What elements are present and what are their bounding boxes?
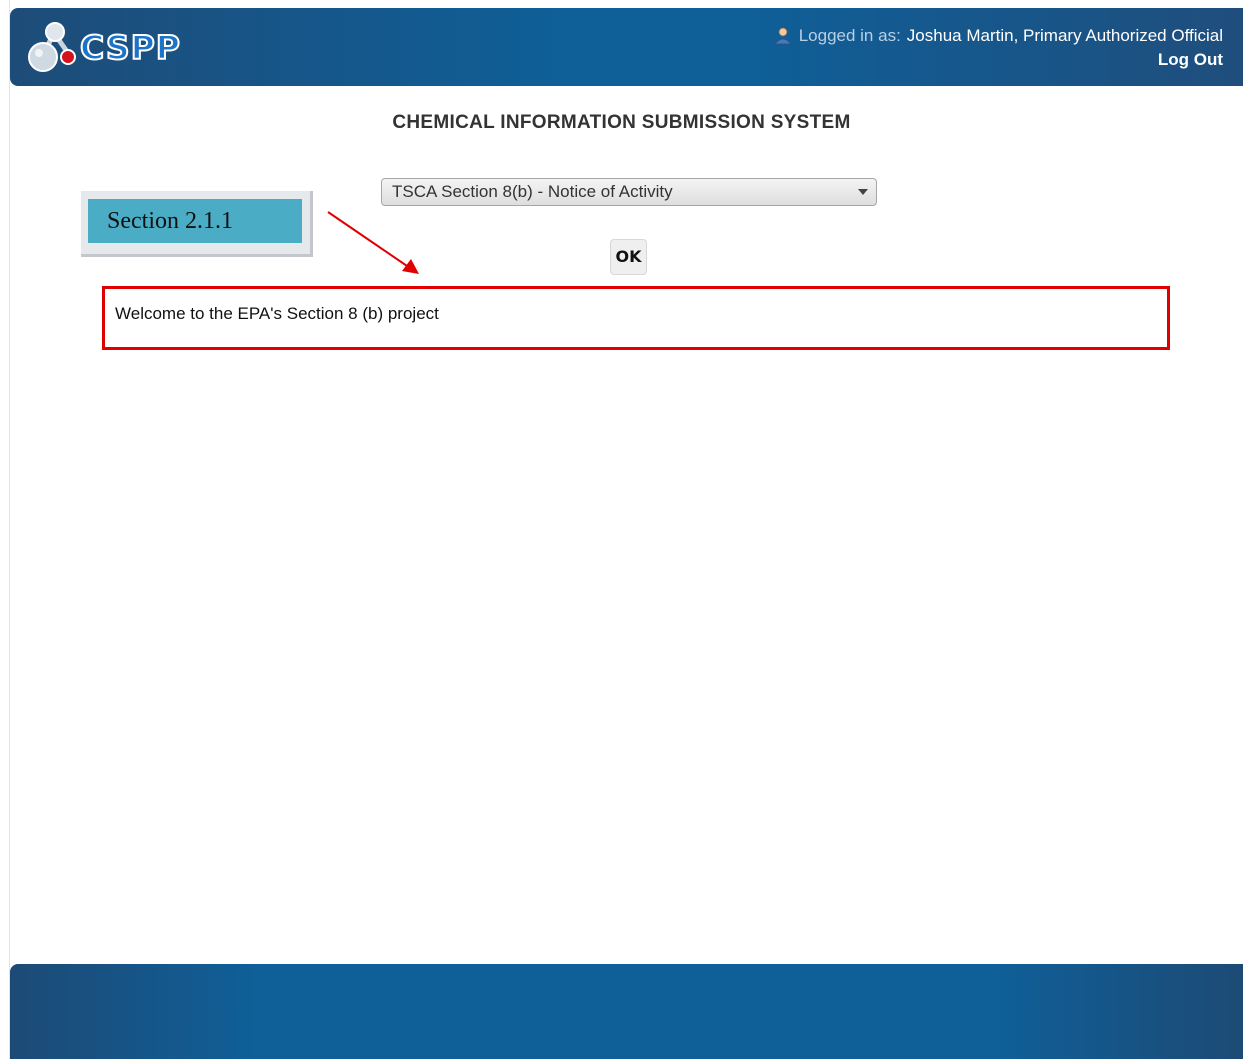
- welcome-highlight-box: Welcome to the EPA's Section 8 (b) proje…: [102, 286, 1170, 350]
- logo[interactable]: CSPP: [24, 19, 181, 75]
- arrow-head-icon: [402, 259, 419, 274]
- logo-text: CSPP: [79, 27, 181, 68]
- user-area: Logged in as: Joshua Martin, Primary Aut…: [773, 26, 1223, 70]
- system-title: CHEMICAL INFORMATION SUBMISSION SYSTEM: [392, 112, 851, 133]
- program-select[interactable]: TSCA Section 8(b) - Notice of Activity: [381, 178, 877, 206]
- page: CSPP Logged in as: Joshua Martin, Primar…: [0, 0, 1243, 1059]
- user-name: Joshua Martin, Primary Authorized Offici…: [906, 26, 1223, 45]
- program-select-value: TSCA Section 8(b) - Notice of Activity: [392, 182, 673, 201]
- logout-link[interactable]: Log Out: [773, 50, 1223, 70]
- section-label: Section 2.1.1: [88, 199, 302, 243]
- callout-arrow: [327, 211, 419, 274]
- left-edge: [0, 0, 10, 1059]
- footer-bar: [10, 964, 1243, 1059]
- logged-in-label: Logged in as:: [798, 26, 901, 45]
- header-bar: CSPP Logged in as: Joshua Martin, Primar…: [10, 8, 1243, 86]
- ok-button[interactable]: OK: [610, 239, 647, 275]
- chevron-down-icon: [858, 189, 868, 195]
- welcome-text: Welcome to the EPA's Section 8 (b) proje…: [115, 304, 439, 323]
- section-callout: Section 2.1.1: [81, 191, 313, 257]
- user-icon: [773, 27, 792, 45]
- molecule-logo-icon: [28, 22, 76, 72]
- logged-in-line: Logged in as: Joshua Martin, Primary Aut…: [773, 26, 1223, 46]
